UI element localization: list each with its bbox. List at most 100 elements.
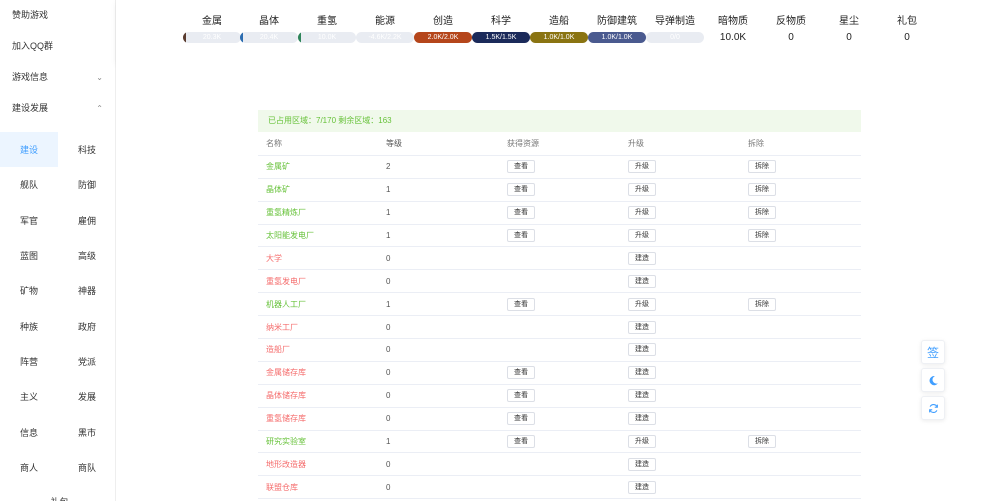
view-resources-button[interactable]: 查看: [507, 229, 535, 242]
column-header: 获得资源: [507, 139, 539, 149]
submenu-item[interactable]: 阵营: [0, 344, 58, 379]
building-name: 重氢发电厂: [266, 276, 306, 286]
submenu-item[interactable]: 主义: [0, 379, 58, 414]
upgrade-button[interactable]: 升级: [628, 160, 656, 174]
submenu-item[interactable]: 信息: [0, 414, 58, 449]
sidebar-item-development[interactable]: 建设发展 ⌃: [0, 93, 115, 124]
build-button[interactable]: 建造: [628, 274, 656, 288]
sidebar-item-join-qq[interactable]: 加入QQ群: [0, 31, 115, 62]
resource-progress-text: 20.4K: [259, 34, 279, 41]
building-level: 0: [386, 482, 391, 492]
demolish-button[interactable]: 拆除: [748, 160, 776, 174]
building-name: 金属矿: [266, 162, 290, 172]
resource-progress-bar: 10.0K: [298, 32, 356, 43]
building-level: 0: [386, 276, 391, 286]
area-usage-notice: 已占用区域：7/170 剩余区域：163: [258, 110, 861, 132]
submenu-item[interactable]: 黑市: [58, 414, 115, 449]
build-button[interactable]: 建造: [628, 251, 656, 265]
build-button[interactable]: 建造: [628, 320, 656, 334]
sidebar-item-gift[interactable]: 礼包: [0, 495, 115, 501]
table-cell: 查看: [499, 412, 620, 426]
resource-label: 反物质: [776, 16, 806, 27]
build-button[interactable]: 建造: [628, 457, 656, 471]
sidebar-item-sponsor[interactable]: 赞助游戏: [0, 0, 115, 31]
table-row: 机器人工厂 1 查看 升级 拆除: [258, 293, 861, 317]
view-resources-button[interactable]: 查看: [507, 389, 535, 403]
submenu-item[interactable]: 矿物: [0, 273, 58, 308]
table-row: 造船厂 0 建造: [258, 339, 861, 362]
table-cell: 建造: [620, 412, 740, 426]
building-name: 太阳能发电厂: [266, 231, 314, 240]
submenu-item[interactable]: 舰队: [0, 167, 58, 202]
resource-label: 暗物质: [718, 16, 748, 27]
column-header: 等级: [386, 139, 402, 149]
submenu-item[interactable]: 建设: [0, 132, 58, 168]
demolish-button[interactable]: 拆除: [748, 435, 776, 449]
resource-0: 金属 20.3K: [182, 14, 242, 43]
table-cell: 建造: [620, 366, 740, 380]
upgrade-button[interactable]: 升级: [628, 206, 656, 220]
building-level: 2: [386, 162, 391, 172]
submenu-item[interactable]: 军官: [0, 203, 58, 238]
building-name: 大学: [266, 253, 282, 263]
view-resources-button[interactable]: 查看: [507, 412, 535, 426]
submenu-item[interactable]: 政府: [58, 308, 115, 343]
submenu-item[interactable]: 防御: [58, 167, 115, 202]
sidebar-item-label: 加入QQ群: [12, 41, 54, 51]
table-row: 地形改造器 0 建造: [258, 453, 861, 477]
submenu-item[interactable]: 蓝图: [0, 238, 58, 273]
submenu-item[interactable]: 发展: [58, 379, 115, 414]
sidebar-submenu: 建设 科技 舰队 防御 军官 雇佣 蓝图 高级 矿物 神器 种族 政府 阵营 党派 主义 发展 信息 黑市 商人 商队: [0, 132, 115, 485]
resource-progress-text: 10.0K: [317, 34, 337, 41]
table-row: 金属矿 2 查看 升级 拆除: [258, 156, 861, 179]
build-button[interactable]: 建造: [628, 412, 656, 426]
build-button[interactable]: 建造: [628, 366, 656, 380]
demolish-button[interactable]: 拆除: [748, 229, 776, 242]
submenu-item[interactable]: 商队: [58, 450, 115, 485]
submenu-item[interactable]: 党派: [58, 344, 115, 379]
demolish-button[interactable]: 拆除: [748, 297, 776, 311]
submenu-item[interactable]: 雇佣: [58, 203, 115, 238]
demolish-button[interactable]: 拆除: [748, 183, 776, 197]
submenu-item[interactable]: 种族: [0, 308, 58, 343]
resource-label: 防御建筑: [597, 16, 637, 27]
build-button[interactable]: 建造: [628, 389, 656, 403]
view-resources-button[interactable]: 查看: [507, 435, 535, 449]
table-cell: 建造: [620, 320, 740, 334]
upgrade-button[interactable]: 升级: [628, 183, 656, 197]
building-level: 0: [386, 459, 391, 469]
table-cell: 查看: [499, 160, 620, 174]
resource-11: 星尘 0: [819, 14, 879, 43]
upgrade-button[interactable]: 升级: [628, 297, 656, 311]
submenu-item[interactable]: 商人: [0, 450, 58, 485]
upgrade-button[interactable]: 升级: [628, 435, 656, 449]
submenu-item[interactable]: 高级: [58, 238, 115, 273]
view-resources-button[interactable]: 查看: [507, 183, 535, 197]
resource-value: 0: [846, 32, 852, 43]
submenu-item[interactable]: 神器: [58, 273, 115, 308]
upgrade-button[interactable]: 升级: [628, 229, 656, 242]
sign-in-button[interactable]: 签: [921, 340, 945, 364]
chevron-down-icon: ⌄: [96, 73, 103, 82]
view-resources-button[interactable]: 查看: [507, 297, 535, 311]
build-button[interactable]: 建造: [628, 480, 656, 494]
resource-label: 星尘: [839, 16, 859, 27]
view-resources-button[interactable]: 查看: [507, 206, 535, 220]
submenu-item[interactable]: 科技: [58, 132, 115, 167]
resource-9: 暗物质 10.0K: [703, 14, 763, 43]
resource-progress-text: 1.0K/1.0K: [543, 34, 575, 41]
refresh-button[interactable]: [921, 396, 945, 420]
view-resources-button[interactable]: 查看: [507, 160, 535, 174]
theme-toggle-button[interactable]: [921, 368, 945, 392]
build-button[interactable]: 建造: [628, 343, 656, 357]
table-cell: 查看: [499, 435, 620, 449]
resource-label: 晶体: [259, 16, 279, 27]
sidebar-item-game-info[interactable]: 游戏信息 ⌄: [0, 62, 115, 93]
demolish-button[interactable]: 拆除: [748, 206, 776, 220]
table-row: 晶体储存库 0 查看 建造: [258, 385, 861, 408]
table-row: 重氢发电厂 0 建造: [258, 270, 861, 294]
column-header: 升级: [628, 139, 644, 149]
table-cell: 拆除: [740, 435, 861, 449]
building-name: 纳米工厂: [266, 322, 298, 332]
view-resources-button[interactable]: 查看: [507, 366, 535, 380]
